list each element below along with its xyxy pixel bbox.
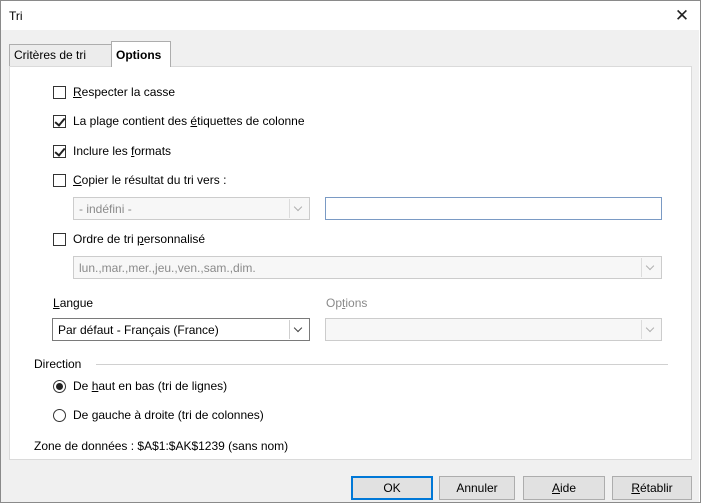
reset-button[interactable]: Rétablir bbox=[612, 476, 692, 500]
close-icon[interactable]: ✕ bbox=[665, 2, 699, 30]
custom-sort-label[interactable]: Ordre de tri personnalisé bbox=[73, 232, 205, 246]
copy-target-dropdown[interactable]: - indéfini - bbox=[73, 197, 310, 220]
cancel-button[interactable]: Annuler bbox=[439, 476, 515, 500]
include-formats-checkbox[interactable] bbox=[53, 145, 66, 158]
chevron-down-icon bbox=[645, 261, 655, 271]
tab-sort-criteria[interactable]: Critères de tri bbox=[9, 44, 113, 66]
contains-headers-label[interactable]: La plage contient des étiquettes de colo… bbox=[73, 114, 305, 128]
data-range-info: Zone de données : $A$1:$AK$1239 (sans no… bbox=[34, 439, 289, 453]
case-sensitive-label[interactable]: Respecter la casse bbox=[73, 85, 175, 99]
custom-sort-value: lun.,mar.,mer.,jeu.,ven.,sam.,dim. bbox=[79, 261, 256, 275]
custom-sort-dropdown-button[interactable] bbox=[641, 258, 660, 277]
window-title: Tri bbox=[9, 9, 23, 23]
custom-sort-checkbox[interactable] bbox=[53, 233, 66, 246]
copy-target-input[interactable] bbox=[325, 197, 662, 220]
top-to-bottom-radio[interactable] bbox=[53, 380, 66, 393]
include-formats-label[interactable]: Inclure les formats bbox=[73, 144, 171, 158]
custom-sort-dropdown[interactable]: lun.,mar.,mer.,jeu.,ven.,sam.,dim. bbox=[73, 256, 662, 279]
direction-separator bbox=[96, 364, 668, 365]
direction-heading: Direction bbox=[34, 357, 82, 371]
language-label: Langue bbox=[53, 296, 94, 310]
copy-target-value: - indéfini - bbox=[79, 202, 132, 216]
tab-options[interactable]: Options bbox=[111, 41, 171, 67]
copy-results-label[interactable]: Copier le résultat du tri vers : bbox=[73, 173, 226, 187]
help-button[interactable]: Aide bbox=[523, 476, 605, 500]
copy-results-checkbox[interactable] bbox=[53, 174, 66, 187]
language-dropdown[interactable]: Par défaut - Français (France) bbox=[52, 318, 310, 341]
chevron-down-icon bbox=[645, 323, 655, 333]
algorithm-options-dropdown-button[interactable] bbox=[641, 320, 660, 339]
copy-target-dropdown-button[interactable] bbox=[289, 199, 308, 218]
algorithm-options-label: Options bbox=[326, 296, 368, 310]
contains-headers-checkbox[interactable] bbox=[53, 115, 66, 128]
algorithm-options-dropdown[interactable] bbox=[325, 318, 662, 341]
title-bar: Tri ✕ bbox=[1, 1, 700, 31]
chevron-down-icon bbox=[293, 323, 303, 333]
top-to-bottom-label[interactable]: De haut en bas (tri de lignes) bbox=[73, 379, 227, 393]
left-to-right-label[interactable]: De gauche à droite (tri de colonnes) bbox=[73, 408, 264, 422]
ok-button[interactable]: OK bbox=[351, 476, 433, 500]
language-dropdown-button[interactable] bbox=[289, 320, 308, 339]
language-value: Par défaut - Français (France) bbox=[58, 323, 219, 337]
left-to-right-radio[interactable] bbox=[53, 409, 66, 422]
case-sensitive-checkbox[interactable] bbox=[53, 86, 66, 99]
chevron-down-icon bbox=[293, 202, 303, 212]
